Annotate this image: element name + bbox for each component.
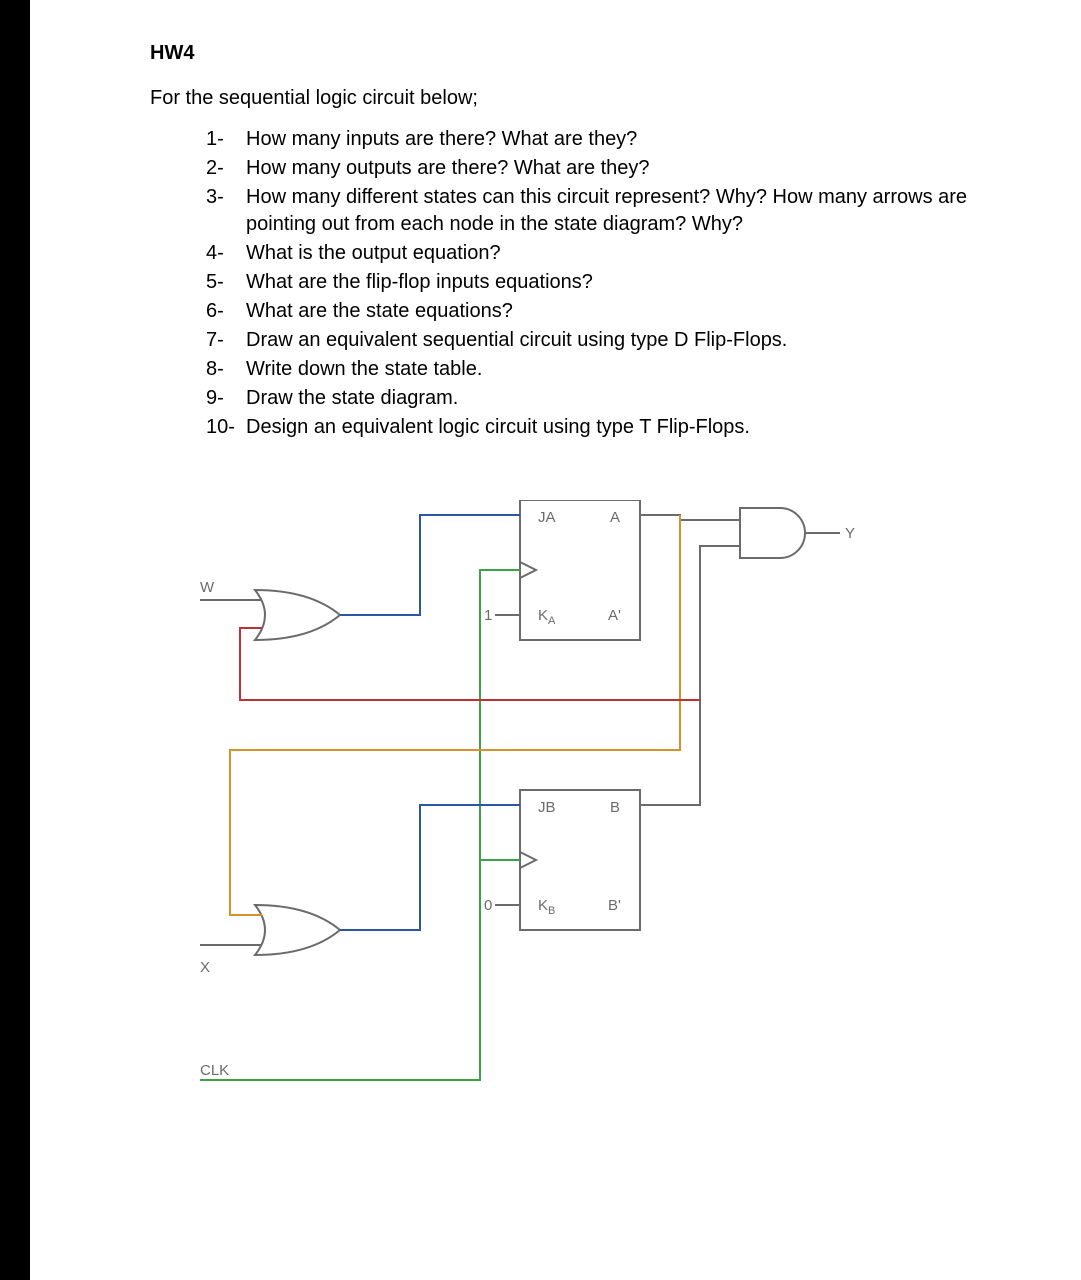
intro-text: For the sequential logic circuit below; <box>150 85 980 112</box>
question-item: 5- What are the flip-flop inputs equatio… <box>206 269 980 296</box>
question-number: 2- <box>206 155 246 182</box>
assignment-title: HW4 <box>150 40 980 67</box>
question-text: What is the output equation? <box>246 240 501 267</box>
question-number: 3- <box>206 184 246 238</box>
question-item: 10- Design an equivalent logic circuit u… <box>206 414 980 441</box>
kb-sub: B <box>548 905 555 917</box>
flip-flop-a: JA KA A A' <box>520 500 640 640</box>
question-text: Write down the state table. <box>246 356 482 383</box>
question-number: 6- <box>206 298 246 325</box>
question-item: 2- How many outputs are there? What are … <box>206 155 980 182</box>
question-text: How many inputs are there? What are they… <box>246 126 637 153</box>
question-item: 7- Draw an equivalent sequential circuit… <box>206 327 980 354</box>
or-gate-upper <box>255 590 340 640</box>
b-output-label: B <box>610 799 620 816</box>
kb-label: K <box>538 897 548 914</box>
flip-flop-b: JB KB B B' <box>520 790 640 930</box>
clk-input-label: CLK <box>200 1062 229 1079</box>
question-text: Draw an equivalent sequential circuit us… <box>246 327 787 354</box>
or-upper-to-ja <box>340 515 520 615</box>
page-binding-strip <box>0 0 30 1280</box>
circuit-diagram: JA KA A A' JB KB B B' Y <box>200 500 880 1180</box>
const0-label: 0 <box>484 897 492 914</box>
ja-label: JA <box>538 509 556 526</box>
question-number: 1- <box>206 126 246 153</box>
w-input-label: W <box>200 579 215 596</box>
ka-sub: A <box>548 615 556 627</box>
a-bar-output-label: A' <box>608 607 621 624</box>
question-number: 4- <box>206 240 246 267</box>
a-output-label: A <box>610 509 620 526</box>
b-output-wires <box>240 546 740 805</box>
and-gate-output: Y <box>740 508 855 558</box>
question-text: Draw the state diagram. <box>246 385 458 412</box>
question-item: 1- How many inputs are there? What are t… <box>206 126 980 153</box>
page-content: HW4 For the sequential logic circuit bel… <box>150 40 980 443</box>
question-number: 5- <box>206 269 246 296</box>
or-gate-lower <box>255 905 340 955</box>
question-text: How many different states can this circu… <box>246 184 980 238</box>
question-number: 8- <box>206 356 246 383</box>
question-item: 4- What is the output equation? <box>206 240 980 267</box>
question-item: 3- How many different states can this ci… <box>206 184 980 238</box>
ka-label: K <box>538 607 548 624</box>
question-item: 9- Draw the state diagram. <box>206 385 980 412</box>
b-bar-output-label: B' <box>608 897 621 914</box>
or-lower-to-jb <box>340 805 520 930</box>
jb-label: JB <box>538 799 556 816</box>
question-item: 6- What are the state equations? <box>206 298 980 325</box>
question-number: 10- <box>206 414 246 441</box>
x-input-label: X <box>200 959 210 976</box>
y-output-label: Y <box>845 525 855 542</box>
const1-label: 1 <box>484 607 492 624</box>
question-text: Design an equivalent logic circuit using… <box>246 414 750 441</box>
question-list: 1- How many inputs are there? What are t… <box>206 126 980 441</box>
question-number: 9- <box>206 385 246 412</box>
question-item: 8- Write down the state table. <box>206 356 980 383</box>
clk-wires: CLK <box>200 570 520 1080</box>
question-text: What are the state equations? <box>246 298 513 325</box>
a-output-wires <box>230 515 740 915</box>
question-text: How many outputs are there? What are the… <box>246 155 650 182</box>
question-text: What are the flip-flop inputs equations? <box>246 269 593 296</box>
question-number: 7- <box>206 327 246 354</box>
